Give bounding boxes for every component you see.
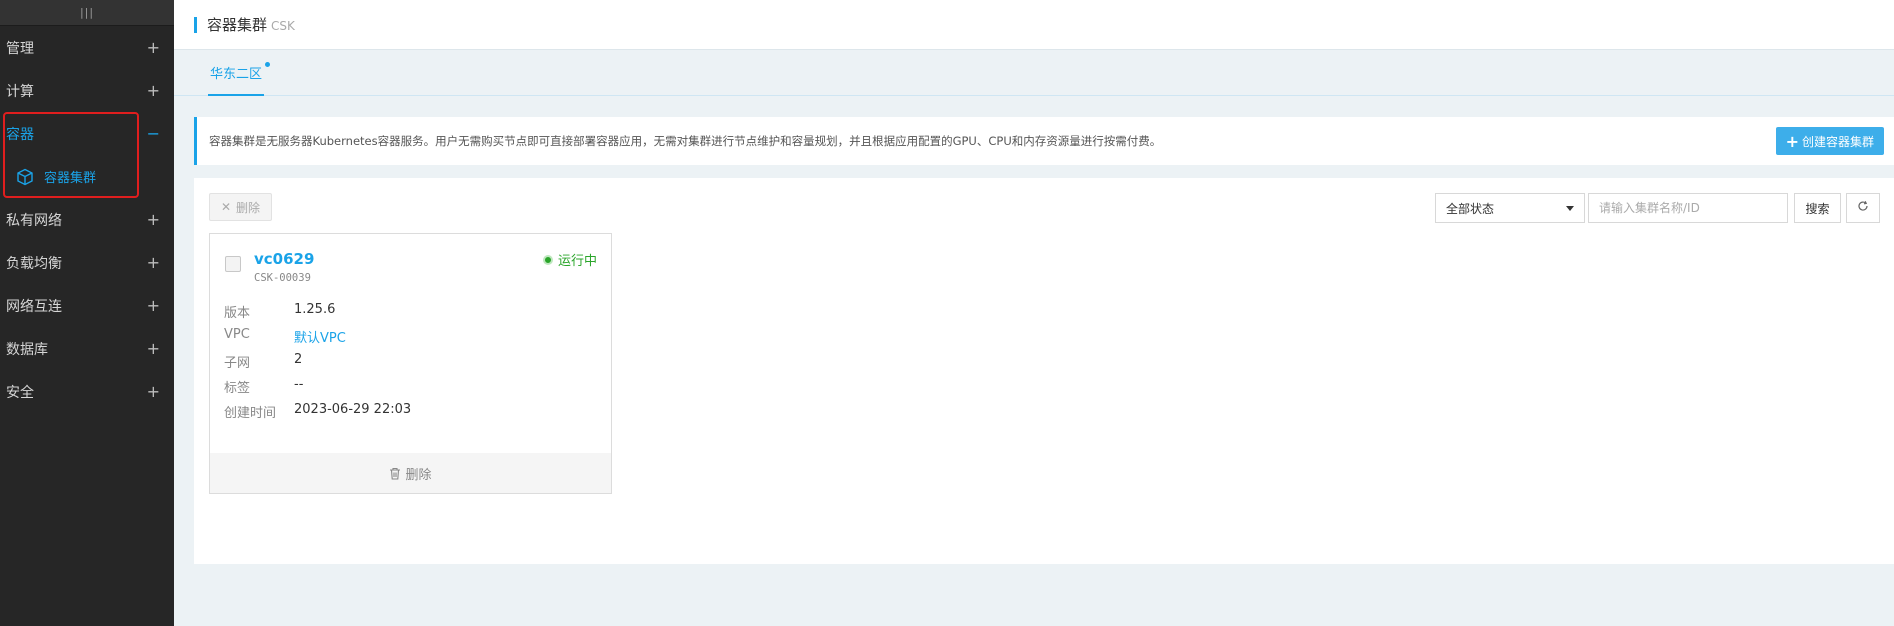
sidebar-item-label: 容器 [6,126,34,143]
sidebar-item-management[interactable]: 管理 + [0,26,174,69]
sidebar-item-label: 数据库 [6,341,48,358]
sidebar-subitem-label: 容器集群 [44,171,97,186]
sidebar-item-compute[interactable]: 计算 + [0,69,174,112]
sidebar-collapse-handle[interactable]: ||| [0,0,174,26]
field-key: 版本 [224,306,251,321]
sidebar-item-private-network[interactable]: 私有网络 + [0,198,174,241]
sidebar-item-label: 管理 [6,40,34,57]
notice-text: 容器集群是无服务器Kubernetes容器服务。用户无需购买节点即可直接部署容器… [209,134,1162,148]
cube-icon [16,168,34,186]
expand-icon: + [146,339,160,358]
title-accent-bar [194,16,197,33]
status-filter-select[interactable]: 全部状态 [1435,193,1585,223]
cluster-panel: ✕ 删除 全部状态 搜索 vc0629 CSK-00039 运行中 版本 1.2… [194,178,1894,564]
card-delete-button[interactable]: 删除 [210,453,611,493]
vpc-link[interactable]: 默认VPC [294,327,346,346]
cluster-checkbox[interactable] [225,256,241,272]
sidebar-item-label: 计算 [6,83,34,100]
tab-region[interactable]: 华东二区 [208,50,271,96]
sidebar-item-load-balancing[interactable]: 负载均衡 + [0,241,174,284]
field-value: 2023-06-29 22:03 [294,402,412,417]
tab-label: 华东二区 [210,66,263,82]
close-icon: ✕ [220,200,232,214]
cluster-id: CSK-00039 [254,272,311,284]
cluster-card: vc0629 CSK-00039 运行中 版本 1.25.6 VPC 默认VPC… [209,233,612,494]
card-delete-label: 删除 [405,467,432,483]
expand-icon: + [146,382,160,401]
sidebar-group-container: 容器 − 容器集群 [0,112,174,198]
field-row-version: 版本 1.25.6 [224,302,335,321]
expand-icon: + [146,210,160,229]
expand-icon: + [146,38,160,57]
field-key: 标签 [224,381,251,396]
plus-icon: + [1785,131,1799,151]
field-value: 2 [294,352,303,367]
page-title: 容器集群 [207,16,268,34]
create-cluster-button[interactable]: + 创建容器集群 [1775,127,1884,155]
tab-indicator-dot [265,62,271,67]
field-row-tags: 标签 -- [224,377,303,396]
cluster-name-link[interactable]: vc0629 [254,250,314,268]
trash-icon [389,467,401,480]
refresh-button[interactable] [1846,193,1880,223]
sidebar-item-label: 负载均衡 [6,255,62,272]
sidebar-subitem-container-cluster[interactable]: 容器集群 [0,155,174,198]
field-key: VPC [224,327,250,342]
sidebar-item-container[interactable]: 容器 − [0,112,174,155]
field-row-subnet: 子网 2 [224,352,302,371]
menu-bars-icon: ||| [79,6,95,19]
field-row-vpc: VPC 默认VPC [224,327,346,346]
sidebar: ||| 管理 + 计算 + 容器 − 容器集群 私有网络 + 负载均衡 + 网络… [0,0,174,626]
sidebar-item-security[interactable]: 安全 + [0,370,174,413]
sidebar-item-interconnect[interactable]: 网络互连 + [0,284,174,327]
page-subtitle: CSK [271,19,295,33]
sidebar-item-label: 私有网络 [6,212,62,229]
bulk-delete-button[interactable]: ✕ 删除 [209,193,272,221]
status-filter-value: 全部状态 [1446,201,1495,216]
expand-icon: + [146,296,160,315]
field-value: 1.25.6 [294,302,336,317]
region-tabs: 华东二区 [174,50,1894,96]
field-row-created: 创建时间 2023-06-29 22:03 [224,402,411,421]
sidebar-item-label: 安全 [6,384,34,401]
info-notice: 容器集群是无服务器Kubernetes容器服务。用户无需购买节点即可直接部署容器… [194,117,1894,165]
create-cluster-label: 创建容器集群 [1801,134,1874,149]
sidebar-item-database[interactable]: 数据库 + [0,327,174,370]
status-badge: 运行中 [542,250,597,269]
refresh-icon [1857,200,1869,216]
expand-icon: + [146,81,160,100]
field-value: -- [294,377,304,392]
search-input[interactable] [1588,193,1788,223]
bulk-delete-label: 删除 [236,200,261,215]
field-key: 创建时间 [224,406,277,421]
chevron-down-icon [1566,205,1574,211]
expand-icon: + [146,253,160,272]
status-text: 运行中 [557,254,597,269]
field-key: 子网 [224,356,251,371]
collapse-icon: − [146,124,160,143]
page-header: 容器集群 CSK [174,0,1894,50]
search-button[interactable]: 搜索 [1794,193,1841,223]
status-dot-icon [542,254,553,265]
sidebar-item-label: 网络互连 [6,298,62,315]
